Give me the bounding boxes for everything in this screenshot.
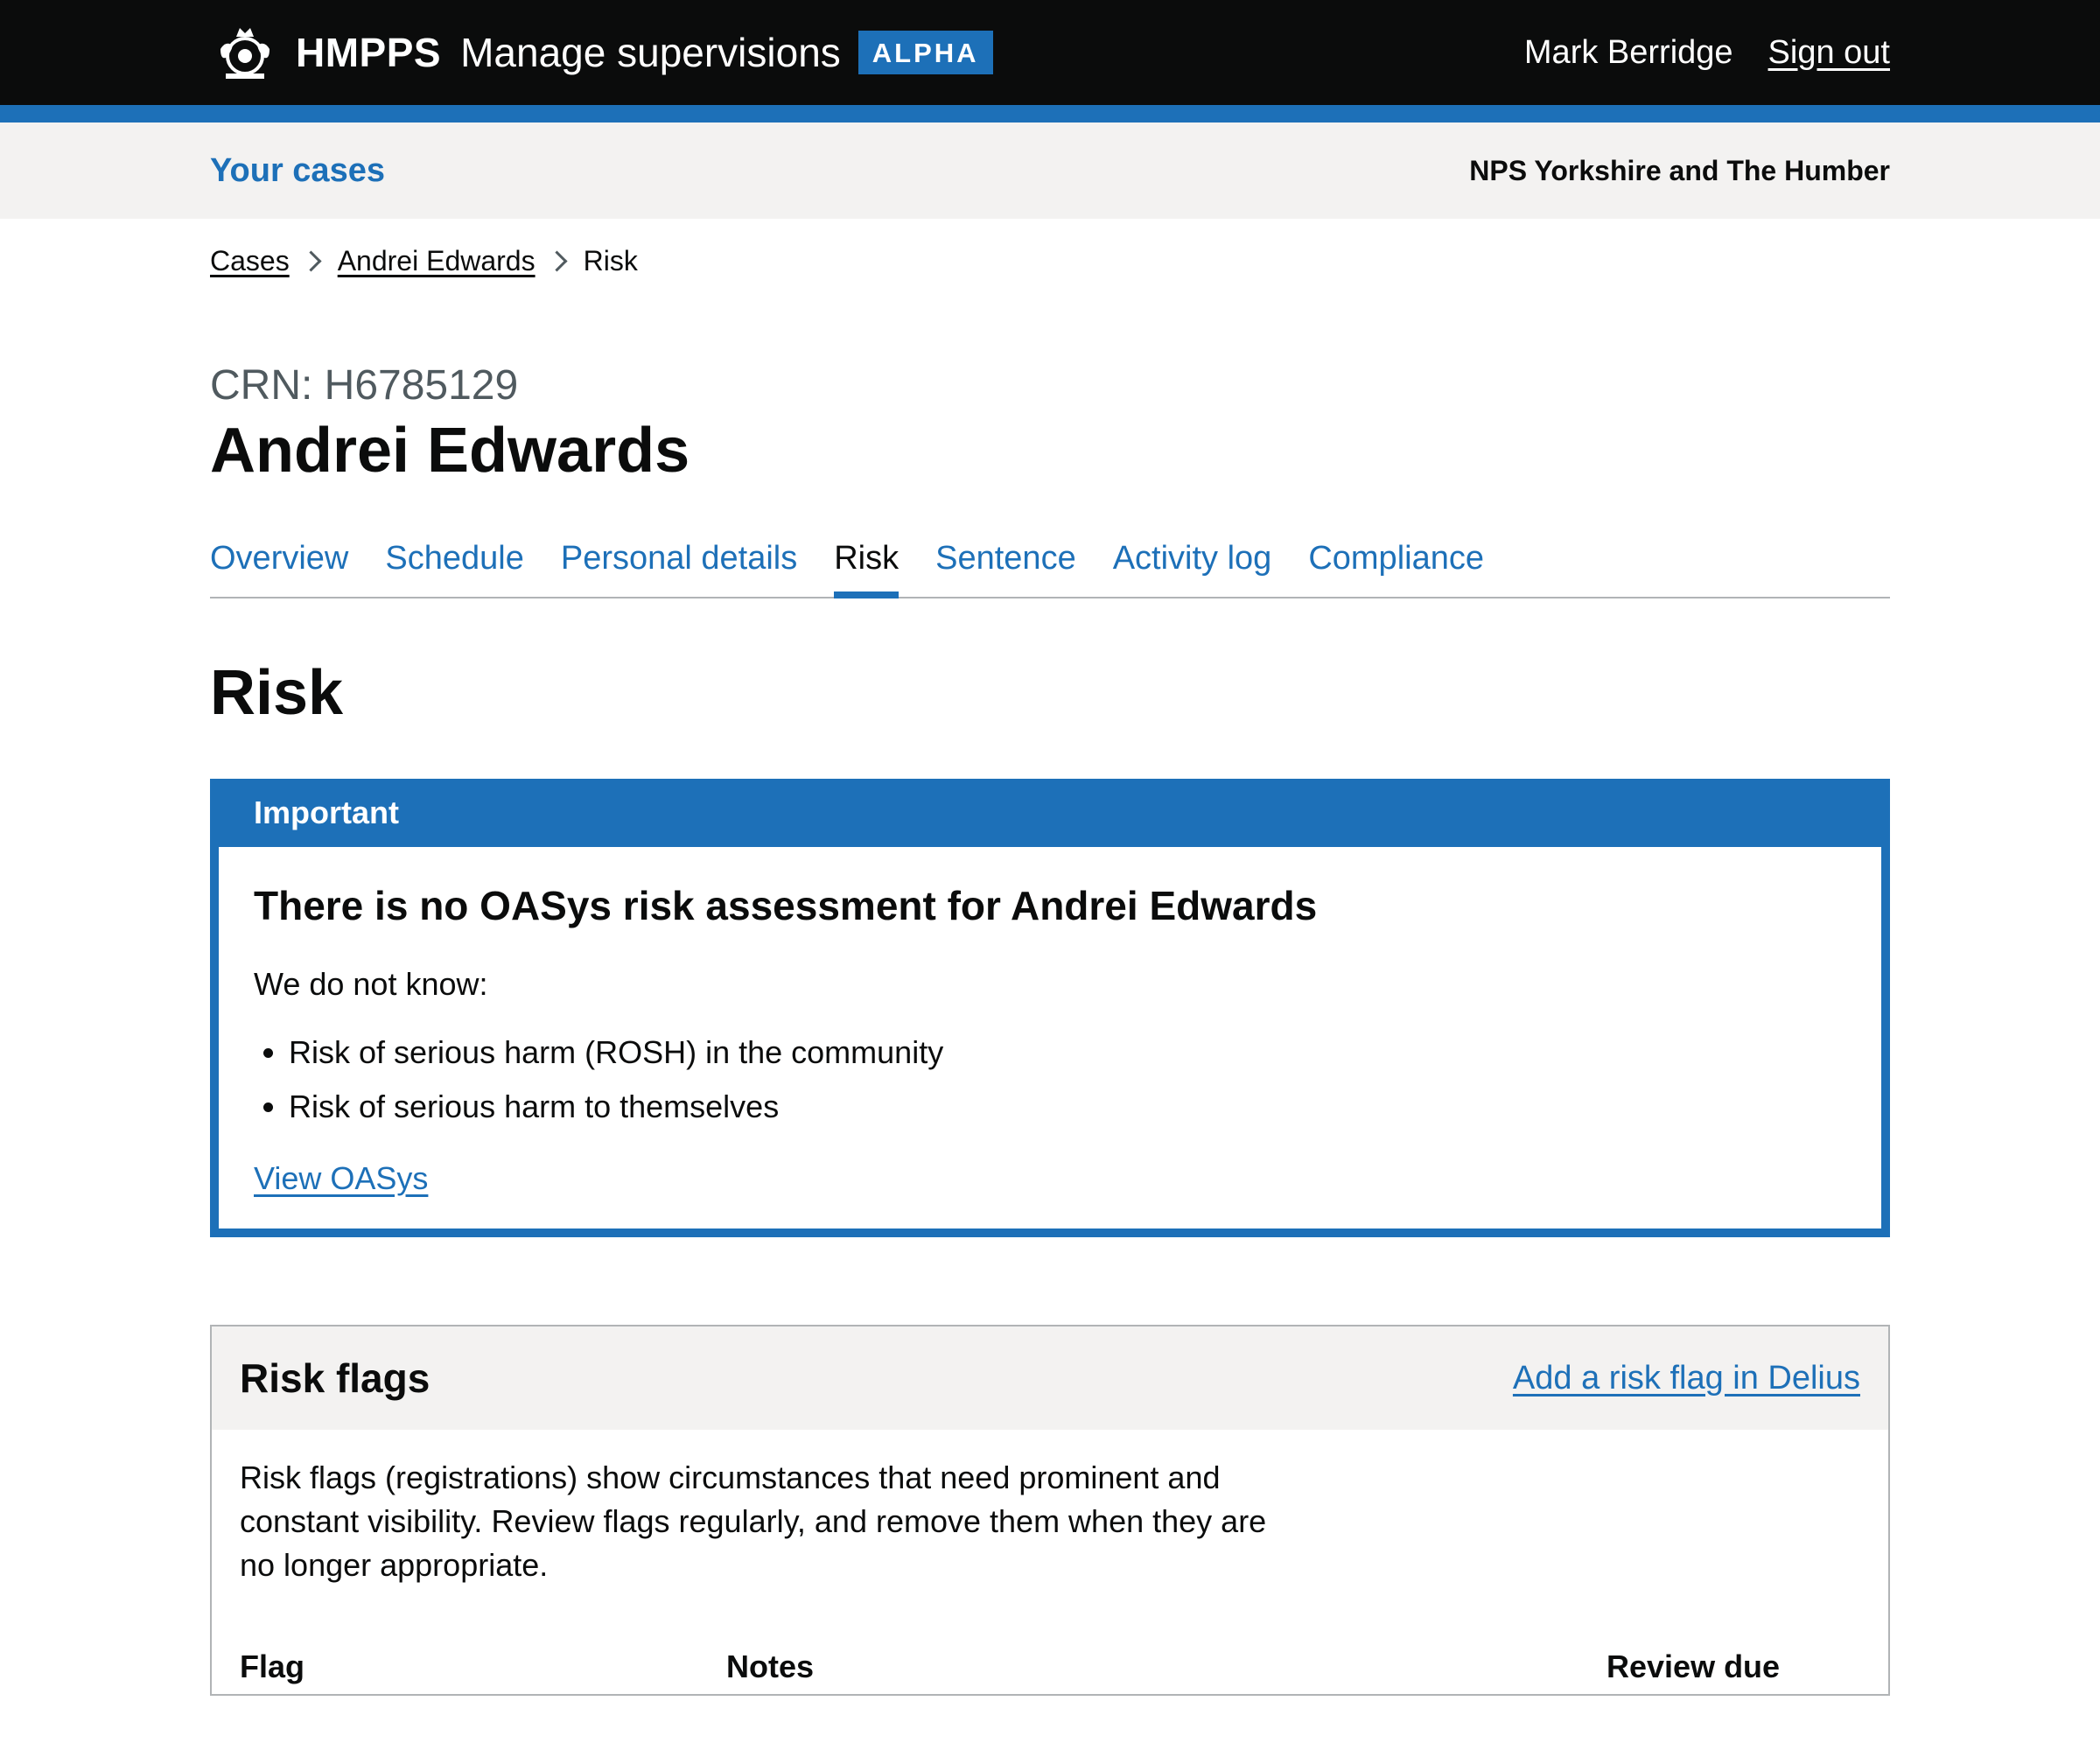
list-item: Risk of serious harm (ROSH) in the commu…: [289, 1034, 1846, 1071]
tab-sentence[interactable]: Sentence: [935, 540, 1076, 597]
column-header-review-due: Review due: [1606, 1648, 1781, 1684]
tab-schedule[interactable]: Schedule: [385, 540, 523, 597]
crn-caption: CRN: H6785129: [210, 362, 519, 409]
add-risk-flag-link[interactable]: Add a risk flag in Delius: [1513, 1360, 1860, 1397]
banner-intro: We do not know:: [254, 966, 488, 1002]
banner-title: Important: [219, 788, 1881, 847]
case-name-heading: Andrei Edwards: [210, 416, 690, 486]
risk-flags-title: Risk flags: [240, 1355, 430, 1401]
site-header: HMPPS Manage supervisions ALPHA Mark Ber…: [0, 0, 2100, 122]
column-header-flag: Flag: [240, 1648, 305, 1684]
phase-tag: ALPHA: [858, 31, 993, 74]
main-content: Cases Andrei Edwards Risk CRN: H6785129 …: [210, 219, 1890, 1696]
tab-activity-log[interactable]: Activity log: [1113, 540, 1272, 597]
important-banner: Important There is no OASys risk assessm…: [210, 779, 1890, 1237]
service-name[interactable]: Manage supervisions: [460, 29, 841, 76]
breadcrumb: Cases Andrei Edwards Risk: [210, 219, 1890, 277]
tab-overview[interactable]: Overview: [210, 540, 348, 597]
tab-personal-details[interactable]: Personal details: [561, 540, 797, 597]
risk-flags-card: Risk flags Add a risk flag in Delius Ris…: [210, 1325, 1890, 1696]
risk-flags-description: Risk flags (registrations) show circumst…: [240, 1460, 1267, 1583]
breadcrumb-andrei-edwards[interactable]: Andrei Edwards: [338, 245, 536, 277]
risk-flags-table-header: Flag Notes Review due: [240, 1648, 1860, 1685]
unknown-risks-list: Risk of serious harm (ROSH) in the commu…: [254, 1034, 1846, 1125]
chevron-right-icon: [300, 250, 322, 272]
page-title: Risk: [210, 658, 344, 728]
breadcrumb-cases[interactable]: Cases: [210, 245, 290, 277]
sign-out-link[interactable]: Sign out: [1768, 34, 1890, 72]
user-name: Mark Berridge: [1523, 33, 1733, 71]
case-tabs: Overview Schedule Personal details Risk …: [210, 540, 1890, 598]
region-label: NPS Yorkshire and The Humber: [1469, 154, 1890, 186]
breadcrumb-current: Risk: [583, 245, 638, 276]
your-cases-link[interactable]: Your cases: [210, 152, 385, 190]
secondary-nav: Your cases NPS Yorkshire and The Humber: [0, 122, 2100, 219]
brand-name[interactable]: HMPPS: [296, 29, 441, 76]
view-oasys-link[interactable]: View OASys: [254, 1160, 428, 1197]
tab-compliance[interactable]: Compliance: [1308, 540, 1484, 597]
crown-crest-icon: [210, 21, 280, 84]
tab-risk[interactable]: Risk: [834, 540, 899, 598]
column-header-notes: Notes: [726, 1648, 815, 1684]
list-item: Risk of serious harm to themselves: [289, 1088, 1846, 1125]
chevron-right-icon: [546, 250, 568, 272]
banner-heading: There is no OASys risk assessment for An…: [254, 883, 1318, 928]
